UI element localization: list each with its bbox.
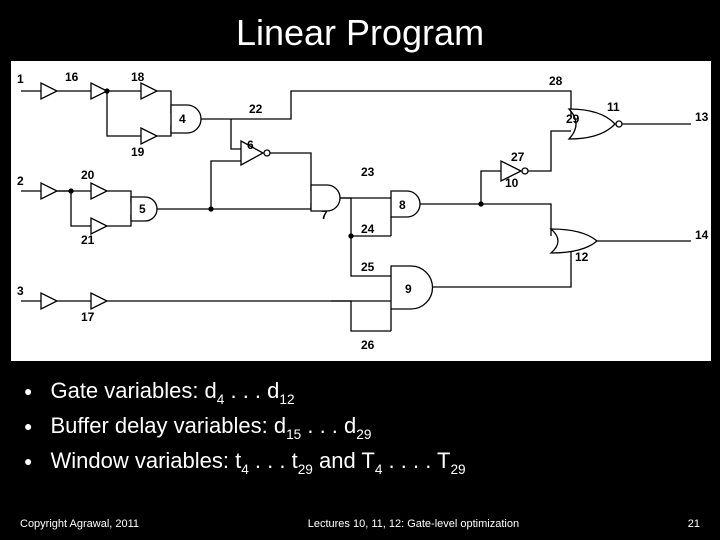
slide-title: Linear Program xyxy=(0,0,720,60)
wire-27-label: 27 xyxy=(511,150,525,164)
circuit-diagram: 1 2 3 16 18 19 20 21 17 22 23 24 25 26 2… xyxy=(10,60,712,362)
gate-7-label: 7 xyxy=(321,208,328,222)
wire-28-label: 28 xyxy=(549,74,563,88)
bullet-window-vars: ● Window variables: t4 . . . t29 and T4 … xyxy=(24,446,696,479)
buf-17-label: 17 xyxy=(81,310,95,324)
bullet-buffer-vars: ● Buffer delay variables: d15 . . . d29 xyxy=(24,411,696,444)
footer-page-number: 21 xyxy=(688,518,700,530)
footer-lecture: Lectures 10, 11, 12: Gate-level optimiza… xyxy=(308,518,519,530)
buf-16-label: 16 xyxy=(65,70,79,84)
gate-5-label: 5 xyxy=(139,202,146,216)
buf-20-label: 20 xyxy=(81,168,95,182)
input-3-label: 3 xyxy=(17,284,24,298)
gate-9-label: 9 xyxy=(405,282,412,296)
input-2-label: 2 xyxy=(17,174,24,188)
buf-19-label: 19 xyxy=(131,145,145,159)
output-13-label: 13 xyxy=(695,110,709,124)
slide-footer: Copyright Agrawal, 2011 Lectures 10, 11,… xyxy=(0,518,720,530)
wire-25-label: 25 xyxy=(361,260,375,274)
wire-23-label: 23 xyxy=(361,165,375,179)
footer-copyright: Copyright Agrawal, 2011 xyxy=(20,518,139,530)
bullet-dot-icon: ● xyxy=(24,452,32,471)
gate-8-label: 8 xyxy=(399,198,406,212)
output-14-label: 14 xyxy=(695,228,709,242)
input-1-label: 1 xyxy=(17,72,24,86)
buf-21-label: 21 xyxy=(81,233,95,247)
wire-24-label: 24 xyxy=(361,222,375,236)
gate-12-label: 12 xyxy=(575,250,589,264)
buf-18-label: 18 xyxy=(131,70,145,84)
gate-11-label: 11 xyxy=(607,100,620,114)
wire-26-label: 26 xyxy=(361,338,375,352)
bullet-dot-icon: ● xyxy=(24,417,32,436)
wire-22-label: 22 xyxy=(249,102,263,116)
bullet-gate-vars: ● Gate variables: d4 . . . d12 xyxy=(24,376,696,409)
wire-29-label: 29 xyxy=(566,112,580,126)
gate-10-label: 10 xyxy=(505,176,519,190)
bullet-dot-icon: ● xyxy=(24,382,32,401)
gate-4-label: 4 xyxy=(179,112,186,126)
gate-6-label: 6 xyxy=(247,138,254,152)
bullet-list: ● Gate variables: d4 . . . d12 ● Buffer … xyxy=(24,376,696,478)
